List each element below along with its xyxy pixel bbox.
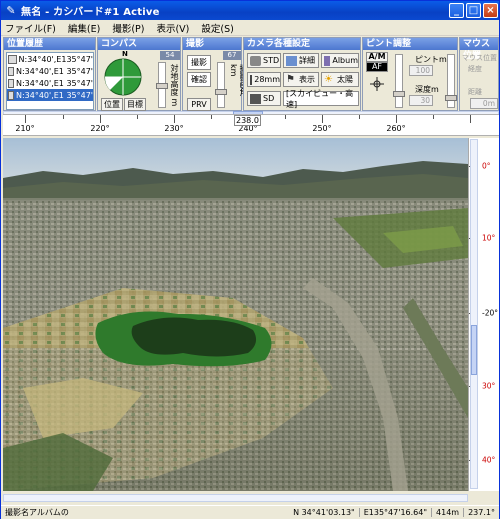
maximize-button[interactable]: □ <box>466 3 481 18</box>
pitch-label: -20° <box>482 308 498 318</box>
heading-label: 210° <box>15 124 35 133</box>
close-button[interactable]: × <box>483 3 498 18</box>
view-mode-display[interactable]: [スカイビュー・高速] <box>283 89 359 109</box>
list-item[interactable]: N:34°40',E1 35°47' <box>7 77 93 89</box>
panel-title: コンパス <box>98 38 180 50</box>
status-latitude: N 34°41'03.13" <box>293 508 355 517</box>
menu-bar: ファイル(F) 編集(E) 撮影(P) 表示(V) 設定(S) <box>1 20 499 36</box>
pin-icon <box>8 78 14 88</box>
control-toolbar: 位置履歴 N:34°40',E135°47' N:34°40',E1 35°47… <box>3 37 499 113</box>
menu-file[interactable]: ファイル(F) <box>5 21 56 35</box>
focus-panel: ピント調整 A/M AF ピントm 100 深度m 30 <box>362 37 458 111</box>
focus-crosshair-icon[interactable] <box>369 76 385 92</box>
list-item-selected[interactable]: N:34°40',E1 35°47' <box>7 89 93 101</box>
distance-value: 0m <box>470 98 498 109</box>
altitude-label: 対地高度 m <box>170 64 179 107</box>
list-item[interactable]: N:34°40',E1 35°47' <box>7 65 93 77</box>
sd-card-icon <box>250 93 261 104</box>
altitude-value: 54 <box>160 51 180 60</box>
display-button[interactable]: ⚑ 表示 <box>283 72 319 87</box>
lens-28mm-button[interactable]: 28mm <box>247 72 281 87</box>
pin-icon <box>8 90 14 100</box>
shoot-button[interactable]: 撮影 <box>187 55 211 70</box>
compass-dial-icon[interactable] <box>104 58 142 96</box>
panel-title: 撮影 <box>183 38 241 50</box>
sun-button[interactable]: ☀ 太陽 <box>321 72 359 87</box>
depth-value[interactable]: 30 <box>409 95 433 106</box>
menu-shoot[interactable]: 撮影(P) <box>112 21 144 35</box>
list-item[interactable]: N:34°40',E135°47' <box>7 53 93 65</box>
panel-title: カメラ各種設定 <box>244 38 360 50</box>
compass-north-label: N <box>122 50 128 58</box>
std-button[interactable]: STD <box>247 53 281 68</box>
preview-button[interactable]: PRV <box>187 98 211 111</box>
menu-edit[interactable]: 編集(E) <box>68 21 100 35</box>
detail-icon <box>286 55 297 66</box>
lens-icon <box>250 74 253 85</box>
heading-label: 250° <box>312 124 332 133</box>
pitch-label: 0° <box>482 161 491 171</box>
view-angle-slider[interactable] <box>215 62 227 108</box>
album-icon <box>324 55 331 66</box>
location-list[interactable]: N:34°40',E135°47' N:34°40',E1 35°47' N:3… <box>6 52 94 110</box>
window-title: 無名 - カシバード#1 Active <box>21 7 160 18</box>
pitch-label: 40° <box>482 455 496 465</box>
vertical-scrollbar[interactable] <box>470 139 478 489</box>
pin-icon <box>8 66 14 76</box>
status-altitude: 414m <box>431 508 463 517</box>
app-icon: ✎ <box>6 4 16 17</box>
heading-label: 230° <box>164 124 184 133</box>
bottom-scroll-area[interactable] <box>3 492 499 504</box>
altitude-slider[interactable] <box>156 62 168 108</box>
album-button[interactable]: Album <box>321 53 359 68</box>
compass-panel: コンパス N 54 対地高度 m 位置 目標 <box>97 37 181 111</box>
autofocus-button[interactable]: AF <box>366 62 388 72</box>
sun-icon: ☀ <box>324 73 333 85</box>
panel-title: 位置履歴 <box>4 38 95 50</box>
menu-settings[interactable]: 設定(S) <box>201 21 233 35</box>
pitch-label: 10° <box>482 233 496 243</box>
status-bar: 撮影名アルバムの N 34°41'03.13" E135°47'16.64" 4… <box>1 505 499 519</box>
camera-settings-panel: カメラ各種設定 STD 詳細 Album 28mm ⚑ 表示 ☀ 太陽 SD [スカ… <box>243 37 361 111</box>
mouse-position-label: マウス位置 <box>462 54 497 62</box>
target-button[interactable]: 目標 <box>124 98 146 111</box>
camera-icon <box>250 55 261 66</box>
panel-title: ピント調整 <box>363 38 457 50</box>
display-icon: ⚑ <box>286 73 295 85</box>
heading-ruler[interactable]: 210° 220° 230° 240° 250° 260° 238.0 <box>3 114 499 136</box>
heading-label: 260° <box>386 124 406 133</box>
location-history-panel: 位置履歴 N:34°40',E135°47' N:34°40',E1 35°47… <box>3 37 96 111</box>
aerial-landscape-image <box>3 138 468 491</box>
sd-button[interactable]: SD <box>247 91 281 106</box>
shoot-panel: 撮影 67 撮影 確認 PRV 撮影画角 km <box>182 37 248 111</box>
aerial-3d-view[interactable] <box>3 138 468 491</box>
depth-label: 深度m <box>415 85 439 94</box>
depth-slider[interactable] <box>445 54 457 108</box>
vertical-scroll-thumb[interactable] <box>471 325 477 375</box>
status-heading: 237.1° <box>463 508 499 517</box>
focus-label: ピントm <box>415 55 447 64</box>
pitch-label: 30° <box>482 381 496 391</box>
heading-label: 220° <box>90 124 110 133</box>
longitude-label: 経度 <box>468 65 482 73</box>
panel-title: マウス位置 <box>460 38 498 61</box>
auto-manual-toggle[interactable]: A/M <box>366 52 388 62</box>
distance-label: 距離 <box>468 88 482 96</box>
confirm-button[interactable]: 確認 <box>187 72 211 87</box>
position-button[interactable]: 位置 <box>101 98 123 111</box>
status-longitude: E135°47'16.64" <box>358 508 431 517</box>
status-message: 撮影名アルバムの <box>5 508 69 517</box>
focus-value[interactable]: 100 <box>409 65 433 76</box>
current-heading: 238.0 <box>234 115 261 126</box>
mouse-position-panel: マウス位置 マウス位置 経度 距離 0m <box>459 37 499 111</box>
menu-view[interactable]: 表示(V) <box>156 21 189 35</box>
focus-distance-slider[interactable] <box>393 54 405 108</box>
angle-value: 67 <box>223 51 241 60</box>
detail-button[interactable]: 詳細 <box>283 53 319 68</box>
app-window: ✎ 無名 - カシバード#1 Active _ □ × ファイル(F) 編集(E… <box>0 0 500 519</box>
pin-icon <box>8 54 17 64</box>
title-bar[interactable]: ✎ 無名 - カシバード#1 Active _ □ × <box>1 1 499 20</box>
minimize-button[interactable]: _ <box>449 3 464 18</box>
